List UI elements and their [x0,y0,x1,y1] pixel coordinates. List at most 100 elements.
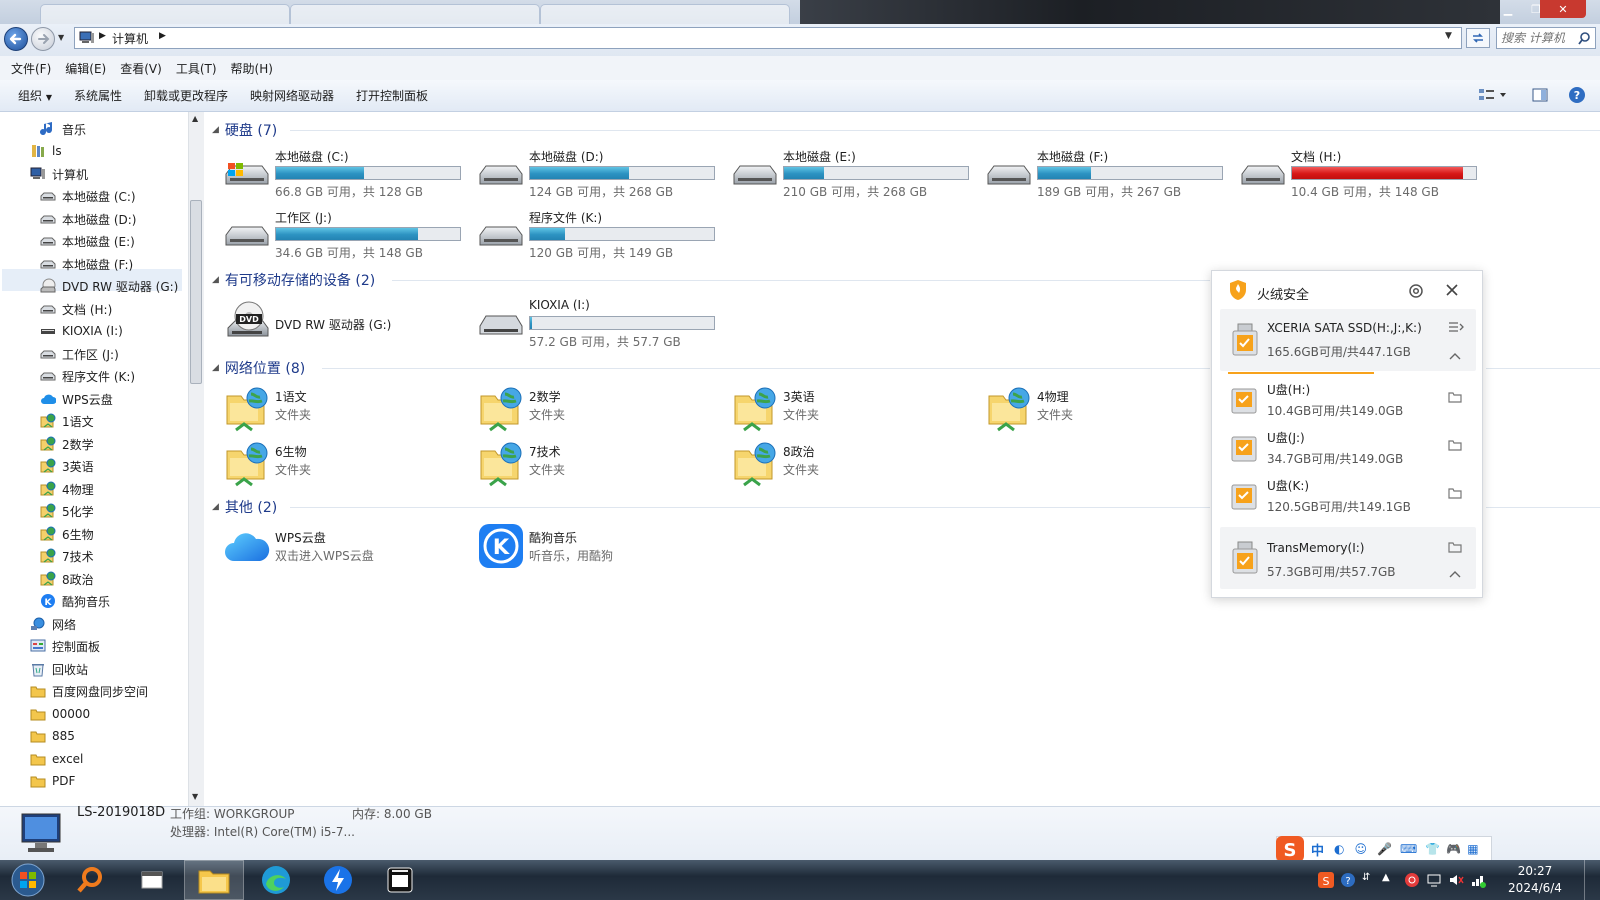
open-folder-icon[interactable] [1448,487,1462,499]
volume-icon[interactable] [1448,872,1464,888]
taskbar-file-app[interactable] [122,860,182,900]
open-folder-icon[interactable] [1448,391,1462,403]
group-header-hard-disks[interactable]: ◢ 硬盘 (7) [212,119,277,141]
search-input[interactable] [1501,30,1575,46]
open-folder-icon[interactable] [1448,439,1462,451]
drive-tile[interactable]: 本地磁盘 (C:) 66.8 GB 可用，共 128 GB [224,148,464,204]
close-button[interactable]: ✕ [1540,0,1586,18]
background-tab[interactable] [290,4,540,24]
nav-item[interactable]: DVD RW 驱动器 (G:) [40,275,178,297]
gear-icon[interactable] [1408,283,1424,299]
nav-item[interactable]: excel [30,748,83,770]
search-box[interactable] [1496,27,1596,49]
nav-item[interactable]: 本地磁盘 (E:) [40,230,135,252]
nav-item[interactable]: 7技术 [40,545,94,567]
drive-tile[interactable]: 程序文件 (K:) 120 GB 可用，共 149 GB [478,209,718,265]
menu-tools[interactable]: 工具(T) [169,60,224,77]
removable-dvd-drive[interactable]: DVD DVD RW 驱动器 (G:) [224,300,464,348]
breadcrumb-computer[interactable]: 计算机 [112,30,148,47]
nav-item[interactable]: 网络 [30,613,76,635]
taskbar-media-app[interactable] [370,860,430,900]
nav-item[interactable]: 控制面板 [30,635,100,657]
punctuation-icon[interactable]: ◐ [1334,842,1344,856]
nav-item[interactable]: 3英语 [40,455,94,477]
nav-item[interactable]: 本地磁盘 (D:) [40,208,136,230]
nav-item[interactable]: 本地磁盘 (F:) [40,253,133,275]
open-folder-icon[interactable] [1448,541,1462,553]
scroll-up-arrow[interactable]: ▲ [192,114,198,123]
device-row-h[interactable]: U盘(H:) 10.4GB可用/共149.0GB [1220,377,1476,423]
drive-tile[interactable]: 本地磁盘 (F:) 189 GB 可用，共 267 GB [986,148,1226,204]
nav-item[interactable]: ls [30,140,62,162]
nav-item[interactable]: 回收站 [30,658,88,680]
taskbar-search-app[interactable] [60,860,120,900]
chevron-up-icon[interactable] [1448,569,1462,579]
menu-help[interactable]: 帮助(H) [224,60,280,77]
tray-sync-icon[interactable]: ⇵ [1362,872,1378,888]
network-folder[interactable]: 7技术 文件夹 [478,441,718,489]
scroll-down-arrow[interactable]: ▼ [192,792,198,801]
eject-menu-icon[interactable] [1448,321,1464,333]
address-dropdown[interactable]: ▼ [1445,31,1452,41]
background-tab[interactable] [40,4,290,24]
menu-edit[interactable]: 编辑(E) [58,60,113,77]
menu-file[interactable]: 文件(F) [4,60,58,77]
removable-kioxia-drive[interactable]: KIOXIA (I:) 57.2 GB 可用，共 57.7 GB [478,298,718,354]
network-folder[interactable]: 1语文 文件夹 [224,386,464,434]
nav-item[interactable]: WPS云盘 [40,388,113,410]
network-tray-icon[interactable] [1470,872,1486,888]
nav-item[interactable]: K 酷狗音乐 [40,590,110,612]
nav-item[interactable]: KIOXIA (I:) [40,320,123,342]
minimize-button[interactable]: ▁ [1494,0,1522,18]
nav-item[interactable]: 计算机 [30,163,88,185]
nav-item[interactable]: PDF [30,770,75,792]
forward-button[interactable] [31,27,55,51]
nav-item[interactable]: 8政治 [40,568,94,590]
other-wps-cloud[interactable]: WPS云盘 双击进入WPS云盘 [224,527,464,575]
open-control-panel-button[interactable]: 打开控制面板 [345,87,439,104]
nav-item[interactable]: 6生物 [40,523,94,545]
nav-item[interactable]: 885 [30,725,75,747]
refresh-button[interactable] [1466,28,1490,48]
network-folder[interactable]: 6生物 文件夹 [224,441,464,489]
drive-tile[interactable]: 工作区 (J:) 34.6 GB 可用，共 148 GB [224,209,464,265]
network-folder[interactable]: 8政治 文件夹 [732,441,972,489]
background-tab[interactable] [540,4,790,24]
group-header-other[interactable]: ◢ 其他 (2) [212,496,277,518]
group-header-removable[interactable]: ◢ 有可移动存储的设备 (2) [212,269,375,291]
sogou-logo-icon[interactable]: S [1275,835,1305,863]
back-button[interactable] [4,27,28,51]
microphone-icon[interactable]: 🎤 [1377,842,1392,856]
taskbar-explorer[interactable] [184,860,244,900]
group-header-network[interactable]: ◢ 网络位置 (8) [212,357,305,379]
sogou-tray-icon[interactable]: S [1318,872,1334,888]
keyboard-icon[interactable]: ⌨ [1400,842,1417,856]
device-row-k[interactable]: U盘(K:) 120.5GB可用/共149.1GB [1220,473,1476,519]
nav-item[interactable]: 百度网盘同步空间 [30,680,148,702]
nav-item[interactable]: 00000 [30,703,90,725]
display-icon[interactable] [1426,872,1442,888]
netease-music-icon[interactable] [1404,872,1420,888]
breadcrumb-separator[interactable]: ▶ [99,31,106,41]
chevron-up-icon[interactable] [1448,351,1462,361]
network-folder[interactable]: 3英语 文件夹 [732,386,972,434]
system-properties-button[interactable]: 系统属性 [63,87,133,104]
help-button[interactable]: ? [1568,86,1586,104]
emoji-icon[interactable]: ☺ [1355,842,1368,856]
nav-item[interactable]: 程序文件 (K:) [40,365,135,387]
nav-item[interactable]: 文档 (H:) [40,298,112,320]
nav-item[interactable]: 本地磁盘 (C:) [40,185,136,207]
device-row-j[interactable]: U盘(J:) 34.7GB可用/共149.0GB [1220,425,1476,471]
show-hidden-icons[interactable]: ▲ [1382,872,1398,888]
nav-item[interactable]: 4物理 [40,478,94,500]
system-clock[interactable]: 20:27 2024/6/4 [1505,863,1565,897]
device-card-transmemory[interactable]: TransMemory(I:) 57.3GB可用/共57.7GB [1220,527,1476,589]
nav-item[interactable]: 5化学 [40,500,94,522]
nav-item[interactable]: 音乐 [40,118,86,140]
nav-item[interactable]: 2数学 [40,433,94,455]
recent-pages-dropdown[interactable]: ▼ [58,33,64,42]
ime-mode-button[interactable]: 中 [1311,840,1324,859]
organize-button[interactable]: 组织 ▼ [10,87,63,104]
map-network-drive-button[interactable]: 映射网络驱动器 [239,87,345,104]
drive-tile[interactable]: 本地磁盘 (D:) 124 GB 可用，共 268 GB [478,148,718,204]
